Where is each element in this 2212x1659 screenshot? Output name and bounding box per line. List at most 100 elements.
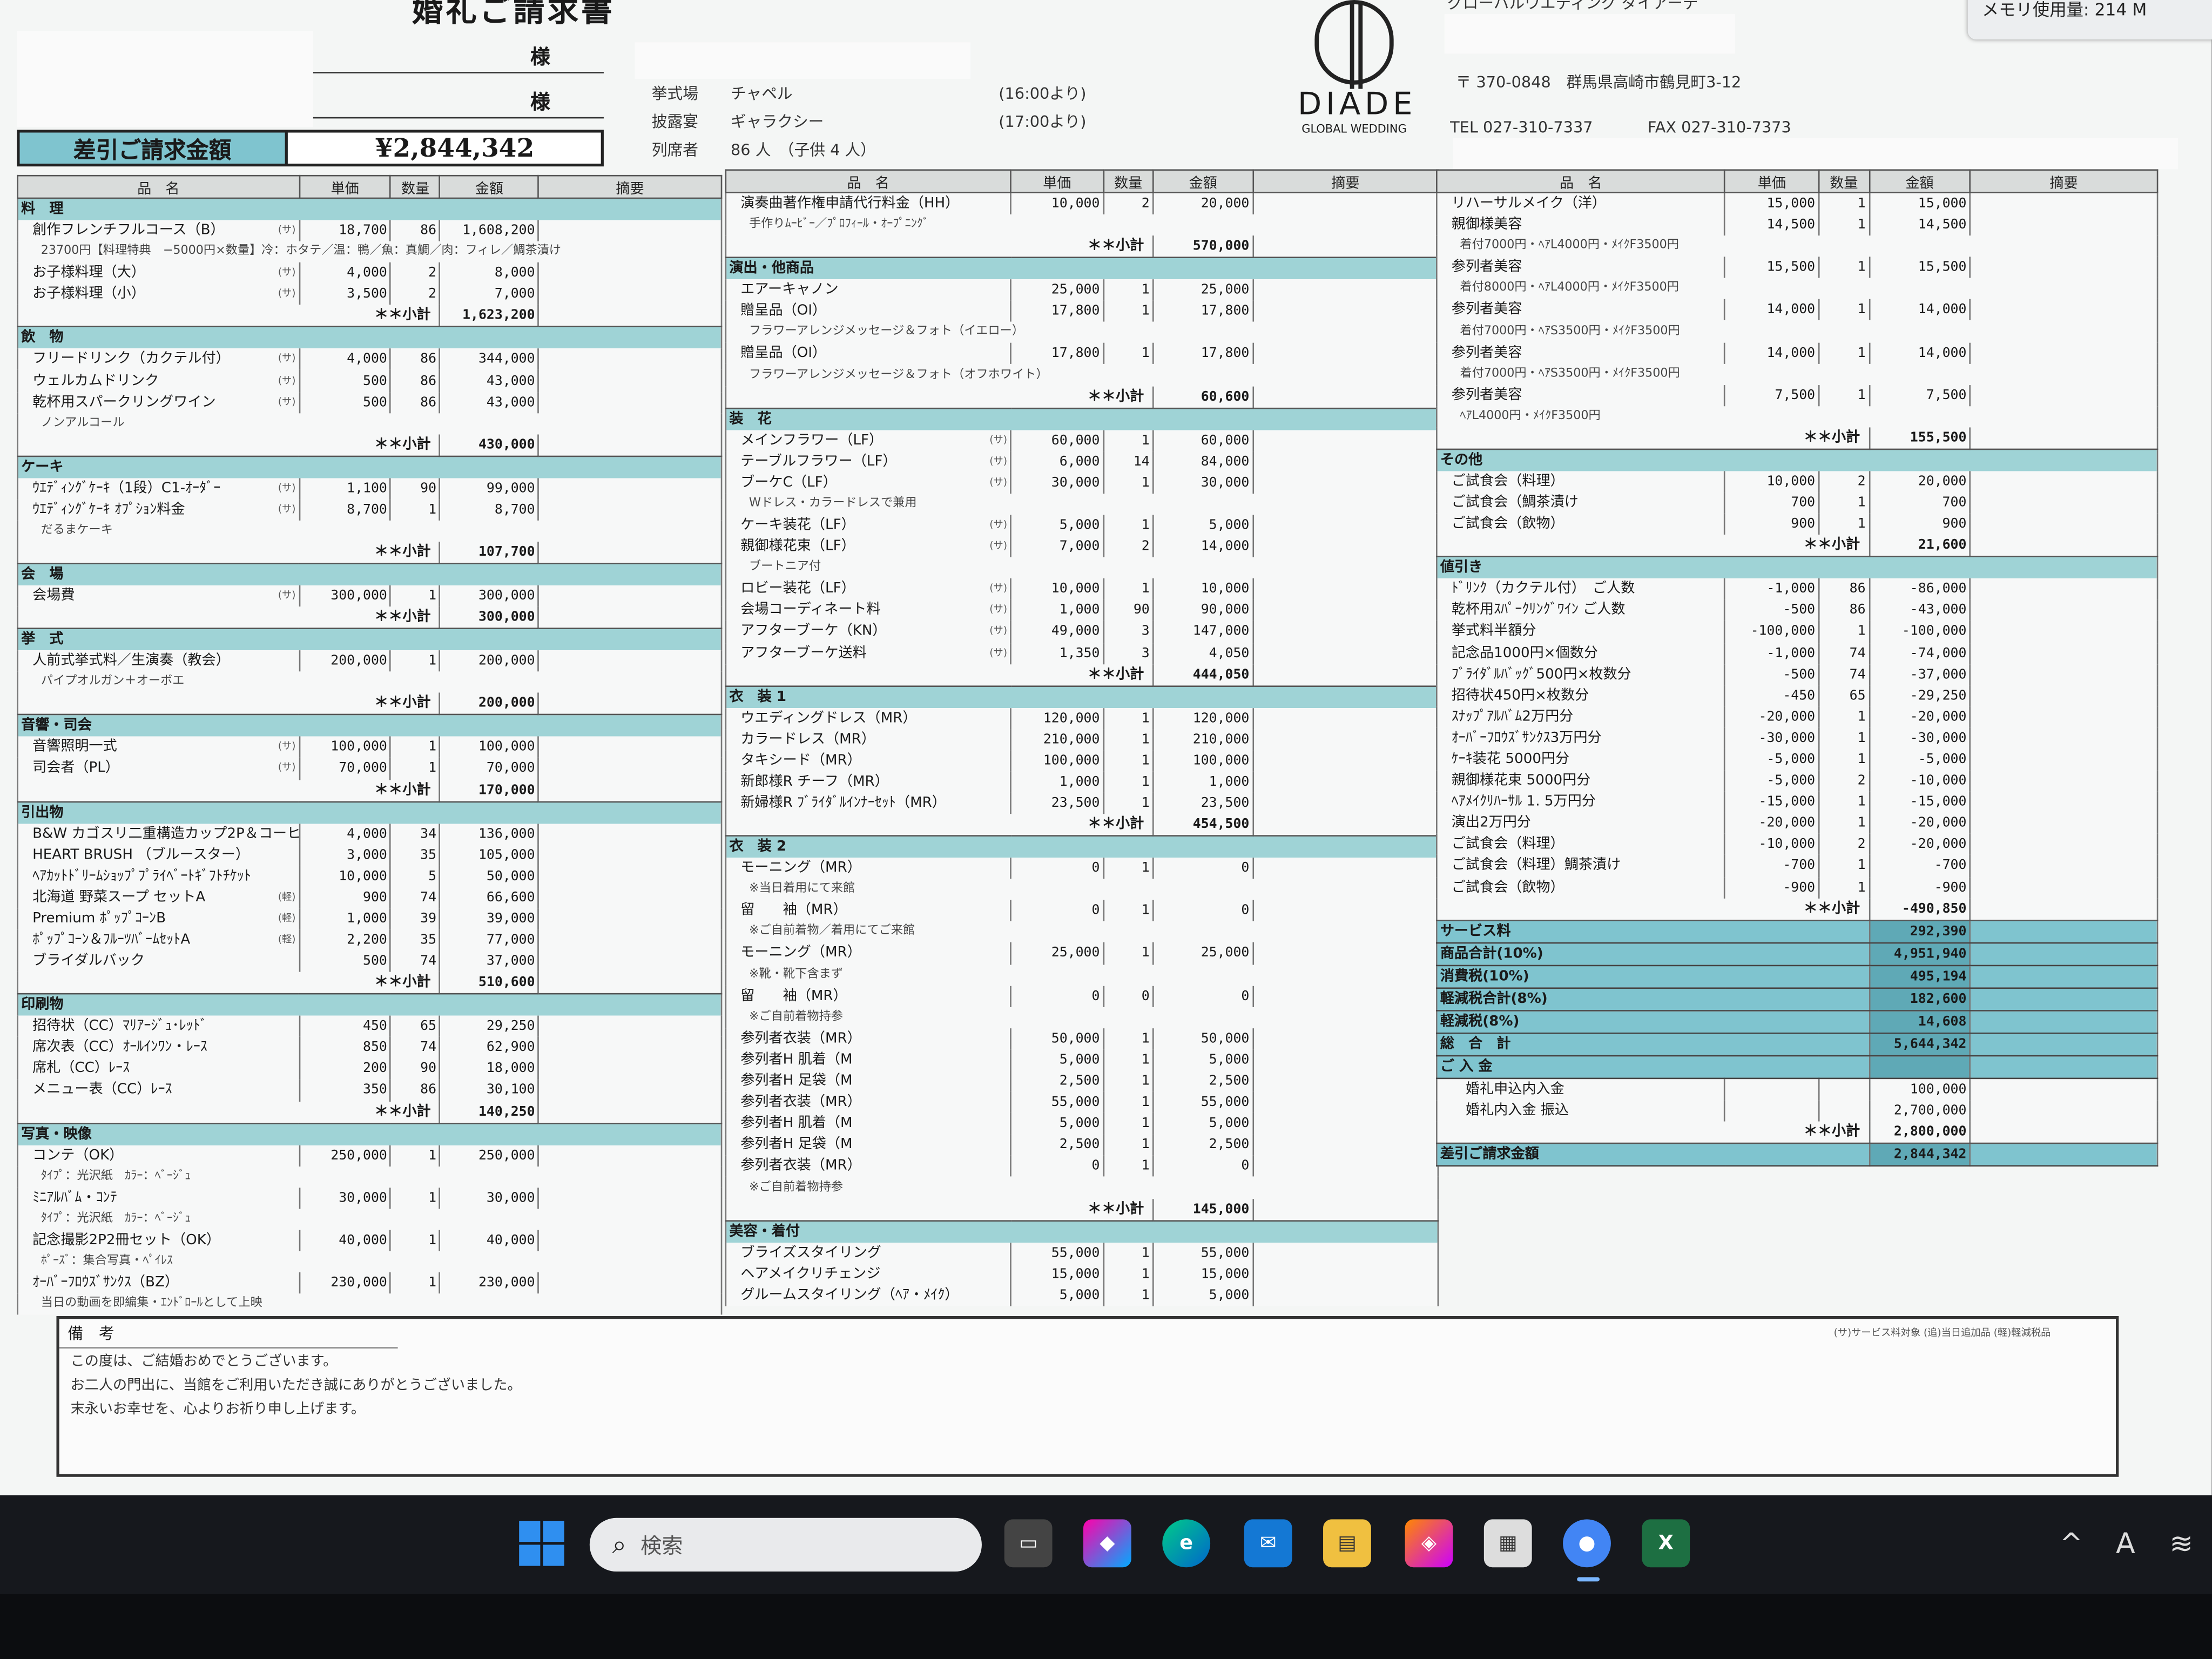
note-row: 着付7000円・ﾍｱS3500円・ﾒｲｸF3500円 [1436,321,2159,342]
category-row: 引出物 [17,800,723,824]
chevron-up-icon[interactable]: ^ [2060,1526,2083,1560]
chrome-icon[interactable]: ● [1563,1519,1611,1568]
active-app-indicator [1577,1577,1600,1582]
note-row: ※ご自前着物／着用にてご来館 [725,921,1439,943]
subtotal-row: ＊＊小計 145,000 [725,1198,1439,1221]
column-header: 単価 [1010,169,1104,193]
table-row: メニュー表（CC）ﾚｰｽ 350 86 30,100 [17,1080,723,1101]
column-header: 摘要 [1969,169,2159,193]
venue-row: 挙式場 チャペル (16:00より) [651,84,1087,103]
note-row: ノンアルコール [17,413,723,434]
customer-name-line-2 [313,87,604,119]
table-row: 参列者衣装（MR） 55,000 1 55,000 [725,1091,1439,1114]
note-row: 着付8000円・ﾍｱL4000円・ﾒｲｸF3500円 [1436,278,2159,300]
category-row: 衣 装 1 [725,685,1439,708]
total-row: 軽減税合計(8%) 182,600 [1436,987,2159,1011]
table-row: ｹｰｷ装花 5000円分 -5,000 1 -5,000 [1436,748,2159,771]
category-row: 衣 装 2 [725,835,1439,858]
total-row: 消費税(10%) 495,194 [1436,964,2159,989]
table-row: 参列者H 肌着（M 5,000 1 5,000 [725,1113,1439,1135]
taskbar-search-box[interactable]: ⌕ 検索 [589,1518,982,1572]
table-row: 参列者美容 7,500 1 7,500 [1436,385,2159,406]
items-table-1: 品 名単価 数量 金額 摘要料 理創作フレンチフルコース（B） (サ) 18,700 86 1… [17,174,723,1316]
table-row: HEART BRUSH （ブルースター） 3,000 35 105,000 [17,844,723,866]
file-explorer-icon[interactable]: ▤ [1323,1519,1371,1568]
table-row: 北海道 野菜スープ セットA (軽) 900 74 66,600 [17,887,723,908]
subtotal-row: ＊＊小計 454,500 [725,814,1439,837]
category-row: ケーキ [17,455,723,478]
table-row: 参列者美容 15,500 1 15,500 [1436,257,2159,279]
table-row: ブーケC（LF） (サ) 30,000 1 30,000 [725,472,1439,494]
table-row: カラードレス（MR） 210,000 1 210,000 [725,729,1439,751]
note-row: 着付7000円・ﾍｱL4000円・ﾒｲｸF3500円 [1436,235,2159,257]
table-row: 婚礼申込内入金 100,000 [1436,1077,2159,1100]
redacted-block [17,31,313,127]
subtotal-row: ＊＊小計 140,250 [17,1101,723,1124]
table-row: 参列者衣装（MR） 0 1 0 [725,1156,1439,1177]
table-row: テーブルフラワー（LF） (サ) 6,000 14 84,000 [725,450,1439,473]
table-row: ﾌﾞﾗｲﾀﾞﾙﾊﾞｯｸﾞ500円×枚数分 -500 74 -37,000 [1436,664,2159,685]
column-header: 金額 [1152,169,1254,193]
table-row: 席次表（CC）ｵｰﾙｲﾝﾜﾝ・ﾚｰｽ 850 74 62,900 [17,1037,723,1058]
table-row: モーニング（MR） 25,000 1 25,000 [725,942,1439,965]
subtotal-row: ＊＊小計 510,600 [17,972,723,995]
subtotal-row: ＊＊小計 2,800,000 [1436,1121,2159,1144]
table-row: ご試食会（料理） -10,000 2 -20,000 [1436,834,2159,856]
excel-icon[interactable]: X [1642,1519,1690,1568]
windows-taskbar: ⌕ 検索 ▭ ◆ e ✉ ▤ ◈ ▦ ● X ^ A ≋ [0,1495,2212,1594]
venue-row: 列席者 86 人 （子供 4 人） [651,141,876,160]
table-row: 親御様花束 5000円分 -5,000 2 -10,000 [1436,770,2159,792]
note-row: 当日の動画を即編集・ｴﾝﾄﾞﾛｰﾙとして上映 [17,1293,723,1316]
customer-name-line-1 [313,42,604,73]
redacted-block [1453,138,2178,170]
category-row: その他 [1436,448,2159,471]
venue-row: 披露宴 ギャラクシー (17:00より) [651,112,1087,131]
note-row: ﾀｲﾌﾟ：光沢紙 ｶﾗｰ：ﾍﾞｰｼﾞｭ [17,1208,723,1230]
note-row: ﾎﾟｰｽﾞ：集合写真・ﾍﾟｲﾚｽ [17,1251,723,1273]
edge-icon[interactable]: e [1162,1519,1211,1568]
ime-indicator[interactable]: A [2116,1526,2135,1560]
redacted-block [1444,14,1735,54]
store-icon[interactable]: ▦ [1483,1519,1532,1568]
note-row: 手作りﾑｰﾋﾞｰ／ﾌﾟﾛﾌｨｰﾙ・ｵｰﾌﾟﾆﾝｸﾞ [725,214,1439,236]
table-row: ﾐﾆｱﾙﾊﾞﾑ・ｺﾝﾃ 30,000 1 30,000 [17,1187,723,1209]
items-table-3: 品 名単価 数量 金額 摘要 リハーサルメイク（洋） 15,000 1 15,000 親御様美容… [1436,169,2159,1166]
remarks-line: この度は、ご結婚おめでとうございます。 [70,1354,338,1370]
note-row: ※ご自前着物持参 [725,1007,1439,1028]
category-row: 挙 式 [17,628,723,651]
column-header: 品 名 [725,169,1011,193]
table-row: ご試食会（料理）鯛茶漬け -700 1 -700 [1436,855,2159,877]
note-row: ﾍｱL4000円・ﾒｲｸF3500円 [1436,406,2159,428]
table-row: 留 袖（MR） 0 1 0 [725,900,1439,922]
copilot-icon[interactable]: ◆ [1083,1519,1131,1568]
m365-icon[interactable]: ◈ [1405,1519,1453,1568]
table-row: 音響照明一式 (サ) 100,000 1 100,000 [17,737,723,758]
column-header: 摘要 [537,174,723,199]
subtotal-row: ＊＊小計 -490,850 [1436,898,2159,921]
category-row: 飲 物 [17,326,723,349]
note-row: パイプオルガン＋オーボエ [17,671,723,693]
billing-total-bar: 差引ご請求金額 ¥2,844,342 [17,130,604,167]
table-row: ヘアメイクリチェンジ 15,000 1 15,000 [725,1263,1439,1285]
category-row: 装 花 [725,407,1439,430]
windows-start-icon[interactable] [519,1521,564,1566]
table-row: メインフラワー（LF） (サ) 60,000 1 60,000 [725,429,1439,451]
mail-icon[interactable]: ✉ [1244,1519,1292,1568]
task-view-icon[interactable]: ▭ [1004,1519,1053,1568]
logo-mark-icon [1314,0,1394,89]
column-header: 摘要 [1252,169,1439,193]
subtotal-row: ＊＊小計 200,000 [17,693,723,716]
note-row: ※当日着用にて来館 [725,879,1439,901]
note-row: 23700円【料理特典 −5000円×数量】冷：ホタテ／温：鴨／魚：真鯛／肉：フ… [17,241,723,263]
note-row: Wドレス・カラードレスで兼用 [725,493,1439,515]
note-row: ブートニア付 [725,557,1439,579]
table-row: 席札（CC）ﾚｰｽ 200 90 18,000 [17,1058,723,1080]
venue-info: 挙式場 チャペル (16:00より) 披露宴 ギャラクシー (17:00より) 列席者 8… [652,82,1087,166]
wifi-icon[interactable]: ≋ [2169,1526,2193,1560]
search-placeholder: 検索 [640,1533,683,1559]
table-row: ご試食会（飲物） 900 1 900 [1436,514,2159,535]
billing-total-label: 差引ご請求金額 [19,132,288,164]
category-row: 印刷物 [17,993,723,1016]
table-row: ｳｴﾃﾞｨﾝｸﾞｹｰｷ ｵﾌﾟｼｮﾝ料金 (サ) 8,700 1 8,700 [17,499,723,521]
category-row: 会 場 [17,563,723,586]
